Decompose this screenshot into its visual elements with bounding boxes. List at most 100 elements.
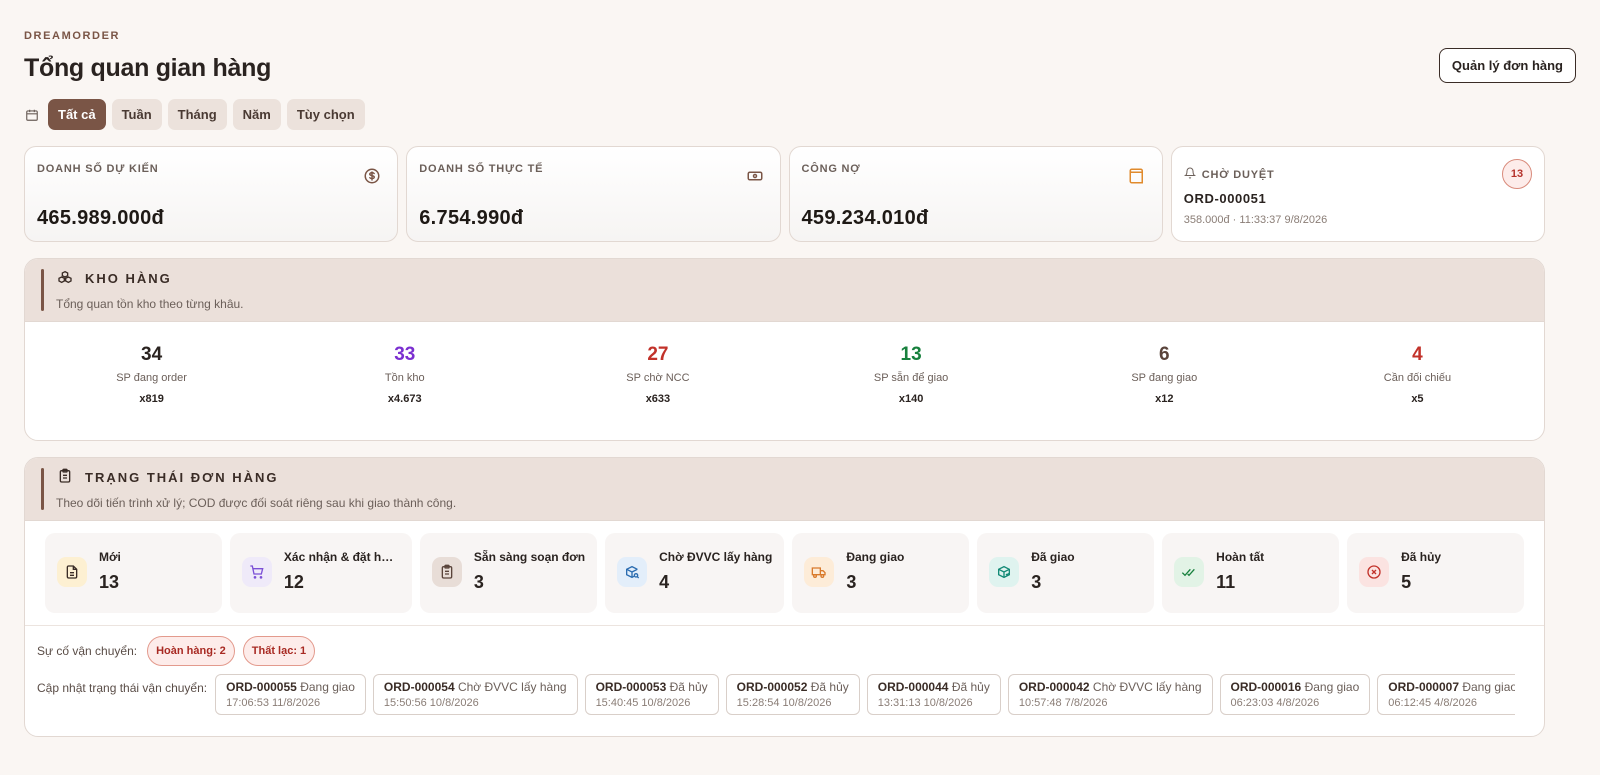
status-label: Đang giao [846, 550, 905, 564]
stat-pending-approval[interactable]: CHỜ DUYỆT ORD-000051 358.000đ · 11:33:37… [1170, 146, 1545, 242]
status-card-shipping[interactable]: Đang giao 3 [792, 533, 970, 613]
inventory-value: 6 [1158, 344, 1170, 365]
update-status: Đang giao [300, 680, 355, 694]
update-time: 17:06:53 11/8/2026 [226, 697, 321, 709]
stat-label: DOANH SỐ THỰC TẾ [419, 163, 544, 175]
inventory-label: SP sẵn để giao [873, 372, 949, 384]
update-time: 10:57:48 7/8/2026 [1018, 697, 1108, 709]
inventory-value: 33 [394, 344, 416, 365]
inventory-label: SP đang giao [1131, 372, 1198, 384]
status-card-cancelled[interactable]: Đã hủy 5 [1347, 533, 1524, 613]
issue-returned-pill[interactable]: Hoàn hàng: 2 [147, 636, 235, 666]
status-card-awaiting-pickup[interactable]: Chờ ĐVVC lấy hàng 4 [605, 533, 785, 613]
inventory-item-reconcile[interactable]: 4 Cần đối chiếu x5 [1291, 344, 1544, 405]
status-label: Xác nhận & đặt hàng [283, 550, 400, 564]
update-item[interactable]: ORD-000044 Đã hủy 13:31:13 10/8/2026 [866, 674, 1001, 715]
inventory-label: SP đang order [116, 372, 187, 384]
inventory-qty: x4.673 [387, 393, 422, 405]
update-time: 15:40:45 10/8/2026 [595, 697, 691, 709]
status-card-ready-to-pack[interactable]: Sẵn sàng soạn đơn 3 [419, 533, 598, 613]
wallet-icon [1124, 163, 1150, 189]
update-status: Chờ ĐVVC lấy hàng [1092, 680, 1202, 694]
date-filter-bar: Tất cả Tuần Tháng Năm Tùy chọn [24, 99, 365, 130]
inventory-qty: x819 [139, 393, 164, 405]
inventory-item-ready-to-ship[interactable]: 13 SP sẵn để giao x140 [785, 344, 1038, 405]
shipping-issues: Sự cố vận chuyển: Hoàn hàng: 2 Thất lạc:… [25, 626, 1544, 666]
update-status: Đã hủy [810, 680, 849, 694]
update-item[interactable]: ORD-000053 Đã hủy 15:40:45 10/8/2026 [584, 674, 719, 715]
inventory-header: KHO HÀNG Tổng quan tồn kho theo từng khâ… [25, 259, 1544, 322]
update-order-id: ORD-000055 [226, 680, 297, 694]
update-item[interactable]: ORD-000055 Đang giao 17:06:53 11/8/2026 [215, 674, 366, 715]
stat-expected-revenue: DOANH SỐ DỰ KIẾN 465.989.000đ [24, 146, 399, 242]
update-item[interactable]: ORD-000052 Đã hủy 15:28:54 10/8/2026 [725, 674, 860, 715]
status-count: 11 [1216, 572, 1236, 592]
status-card-new[interactable]: Mới 13 [45, 533, 222, 613]
status-card-confirmed[interactable]: Xác nhận & đặt hàng 12 [229, 533, 412, 613]
filter-year[interactable]: Năm [232, 99, 281, 130]
dashboard-page: DREAMORDER Tổng quan gian hàng Quản lý đ… [0, 0, 1600, 775]
status-label: Đã giao [1031, 550, 1075, 564]
inventory-item-ordering[interactable]: 34 SP đang order x819 [25, 344, 278, 405]
inventory-title-text: KHO HÀNG [85, 271, 172, 286]
update-time: 06:23:03 4/8/2026 [1230, 697, 1320, 709]
inventory-item-waiting-supplier[interactable]: 27 SP chờ NCC x633 [531, 344, 784, 405]
update-time: 15:28:54 10/8/2026 [736, 697, 832, 709]
update-order-id: ORD-000042 [1018, 680, 1090, 694]
status-card-completed[interactable]: Hoàn tất 11 [1162, 533, 1340, 613]
filter-week[interactable]: Tuần [111, 99, 162, 130]
stat-debt: CÔNG NỢ 459.234.010đ [788, 146, 1163, 242]
status-cards: Mới 13 Xác nhận & đặt hàng 12 Sẵn sàng soạ… [25, 521, 1544, 626]
manage-orders-button[interactable]: Quản lý đơn hàng [1438, 48, 1576, 83]
order-status-panel: TRẠNG THÁI ĐƠN HÀNG Theo dõi tiến trình … [24, 457, 1545, 737]
package-check-icon [989, 557, 1020, 587]
inventory-value: 4 [1412, 344, 1423, 365]
inventory-item-shipping[interactable]: 6 SP đang giao x12 [1038, 344, 1291, 405]
update-item[interactable]: ORD-000007 Đang giao 06:12:45 4/8/2026 [1377, 674, 1516, 715]
inventory-label: SP chờ NCC [626, 372, 690, 384]
update-order-id: ORD-000044 [877, 680, 949, 694]
status-label: Đã hủy [1401, 550, 1442, 564]
issue-lost-pill[interactable]: Thất lạc: 1 [242, 636, 316, 666]
shipping-updates-list[interactable]: ORD-000055 Đang giao 17:06:53 11/8/2026 … [215, 674, 1516, 715]
page-title: Tổng quan gian hàng [24, 54, 272, 82]
inventory-qty: x12 [1155, 393, 1174, 405]
update-order-id: ORD-000052 [736, 680, 808, 694]
clipboard-list-icon [57, 468, 73, 487]
stat-value: 465.989.000đ [37, 207, 165, 229]
status-count: 3 [846, 572, 857, 592]
double-check-icon [1174, 557, 1205, 587]
dollar-icon [359, 163, 385, 189]
filter-all[interactable]: Tất cả [48, 99, 106, 130]
filter-month[interactable]: Tháng [167, 99, 227, 130]
order-status-title-text: TRẠNG THÁI ĐƠN HÀNG [85, 470, 279, 485]
update-item[interactable]: ORD-000042 Chờ ĐVVC lấy hàng 10:57:48 7/… [1007, 674, 1213, 715]
status-label: Chờ ĐVVC lấy hàng [659, 550, 773, 564]
pending-order-id: ORD-000051 [1183, 191, 1267, 206]
update-order-id: ORD-000054 [383, 680, 455, 694]
accent-bar [41, 269, 44, 311]
pending-count-badge: 13 [1502, 159, 1532, 189]
update-status: Đang giao [1462, 680, 1516, 694]
truck-icon [804, 557, 835, 587]
order-status-title: TRẠNG THÁI ĐƠN HÀNG [57, 468, 1528, 487]
stat-actual-revenue: DOANH SỐ THỰC TẾ 6.754.990đ [406, 146, 781, 242]
cart-icon [241, 557, 272, 587]
update-status: Đã hủy [669, 680, 708, 694]
status-card-delivered[interactable]: Đã giao 3 [977, 533, 1155, 613]
inventory-subtitle: Tổng quan tồn kho theo từng khâu. [56, 297, 244, 311]
status-count: 4 [659, 572, 670, 592]
filter-custom[interactable]: Tùy chọn [286, 99, 365, 130]
shipping-updates: Cập nhật trạng thái vận chuyển: ORD-0000… [25, 666, 1544, 715]
bell-icon [1183, 167, 1196, 182]
update-time: 06:12:45 4/8/2026 [1388, 697, 1477, 709]
status-count: 12 [283, 572, 304, 592]
update-item[interactable]: ORD-000016 Đang giao 06:23:03 4/8/2026 [1219, 674, 1371, 715]
inventory-qty: x5 [1411, 393, 1424, 405]
update-order-id: ORD-000053 [595, 680, 667, 694]
update-item[interactable]: ORD-000054 Chờ ĐVVC lấy hàng 15:50:56 10… [372, 674, 578, 715]
update-order-id: ORD-000016 [1230, 680, 1302, 694]
update-time: 15:50:56 10/8/2026 [383, 697, 479, 709]
order-status-subtitle: Theo dõi tiến trình xử lý; COD được đối … [56, 496, 457, 510]
inventory-item-in-stock[interactable]: 33 Tồn kho x4.673 [278, 344, 531, 405]
